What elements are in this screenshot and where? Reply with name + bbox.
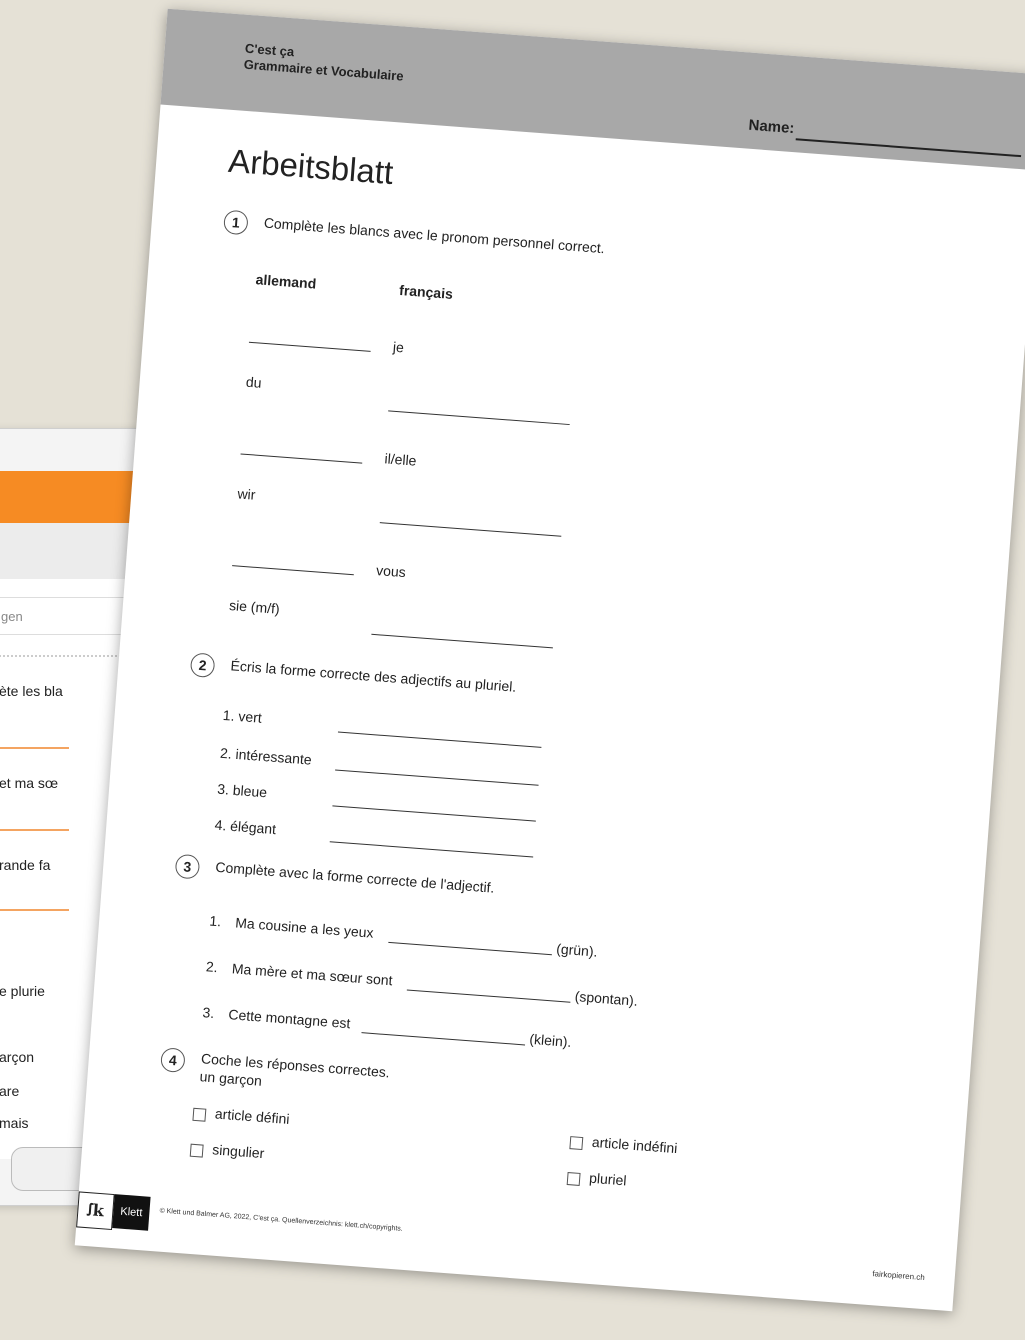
list-item[interactable]: et ma sœ	[0, 775, 58, 791]
answer-underline	[0, 829, 69, 831]
blank-line[interactable]	[240, 453, 363, 464]
pronoun-item: sie (m/f)	[228, 597, 281, 617]
app-toolbar	[0, 523, 141, 579]
exercise-3-number: 3	[174, 853, 201, 880]
klett-logo: ꭍk Klett	[76, 1191, 151, 1231]
exercise-4-word: un garçon	[199, 1068, 263, 1089]
name-label: Name:	[747, 116, 796, 138]
blank-line[interactable]	[335, 769, 539, 786]
column-header-francais: français	[398, 281, 454, 302]
checkbox-label: article indéfini	[591, 1133, 678, 1157]
adjective-item: 3. bleue	[216, 780, 268, 801]
list-item[interactable]: rande fa	[0, 857, 50, 873]
blank-line[interactable]	[337, 731, 542, 748]
sentence-text: Ma cousine a les yeux	[234, 914, 375, 941]
checkbox[interactable]	[189, 1143, 204, 1158]
page-title: Arbeitsblatt	[227, 141, 395, 192]
exercise-1-number: 1	[223, 209, 249, 236]
blank-line[interactable]	[248, 341, 371, 352]
pronoun-item: il/elle	[384, 450, 418, 469]
adjective-item: 4. élégant	[214, 816, 277, 838]
exercise-2-instruction: Écris la forme correcte des adjectifs au…	[230, 657, 517, 695]
checkbox-label: article défini	[214, 1105, 291, 1127]
klett-symbol-icon: ꭍk	[76, 1191, 115, 1231]
blank-line[interactable]	[332, 805, 536, 822]
sentence-number: 2.	[205, 958, 219, 976]
pronoun-item: du	[245, 373, 263, 391]
list-item[interactable]: mais	[0, 1115, 29, 1131]
pronoun-item: je	[392, 338, 405, 356]
answer-underline	[0, 909, 69, 911]
sentence-text: Ma mère et ma sœur sont	[231, 960, 394, 989]
exercise-3-instruction: Complète avec la forme correcte de l'adj…	[214, 858, 496, 896]
sentence-number: 3.	[201, 1004, 215, 1022]
blank-line[interactable]	[232, 565, 354, 576]
checkbox[interactable]	[566, 1172, 581, 1186]
klett-wordmark: Klett	[112, 1194, 151, 1231]
blank-line[interactable]	[329, 841, 534, 858]
blank-line[interactable]	[379, 522, 562, 537]
checkbox[interactable]	[192, 1107, 207, 1122]
exercise-2-number: 2	[189, 652, 216, 679]
checkbox-label: singulier	[211, 1141, 265, 1162]
list-item[interactable]: ète les bla	[0, 683, 63, 699]
checkbox-label: pluriel	[588, 1169, 628, 1189]
fairkopieren-note: fairkopieren.ch	[872, 1269, 926, 1283]
search-input[interactable]: gen	[0, 597, 141, 635]
exercise-4-number: 4	[160, 1047, 186, 1073]
adjective-item: 1. vert	[222, 706, 263, 726]
column-header-allemand: allemand	[255, 271, 317, 292]
pronoun-item: vous	[375, 561, 407, 581]
worksheet-page: C'est ça Grammaire et Vocabulaire Name: …	[74, 8, 1025, 1312]
sentence-hint: (spontan).	[574, 988, 639, 1009]
list-item[interactable]: arçon	[0, 1049, 34, 1065]
blank-line[interactable]	[388, 941, 552, 956]
blank-line[interactable]	[361, 1032, 526, 1046]
blank-line[interactable]	[388, 410, 570, 426]
checkbox[interactable]	[569, 1136, 584, 1151]
pronoun-item: wir	[236, 485, 257, 503]
sentence-text: Cette montagne est	[227, 1006, 351, 1032]
blank-line[interactable]	[371, 633, 553, 649]
sentence-number: 1.	[208, 912, 222, 930]
sentence-hint: (grün).	[555, 940, 599, 960]
sentence-hint: (klein).	[528, 1030, 573, 1050]
answer-underline	[0, 747, 69, 749]
blank-line[interactable]	[406, 989, 571, 1003]
adjective-item: 2. intéressante	[219, 744, 313, 768]
list-item[interactable]: e plurie	[0, 983, 45, 999]
copyright-footer: © Klett und Balmer AG, 2022, C'est ça. Q…	[159, 1207, 403, 1233]
exercise-1-instruction: Complète les blancs avec le pronom perso…	[263, 214, 606, 257]
list-item[interactable]: are	[0, 1083, 19, 1099]
app-header-bar	[0, 471, 141, 523]
